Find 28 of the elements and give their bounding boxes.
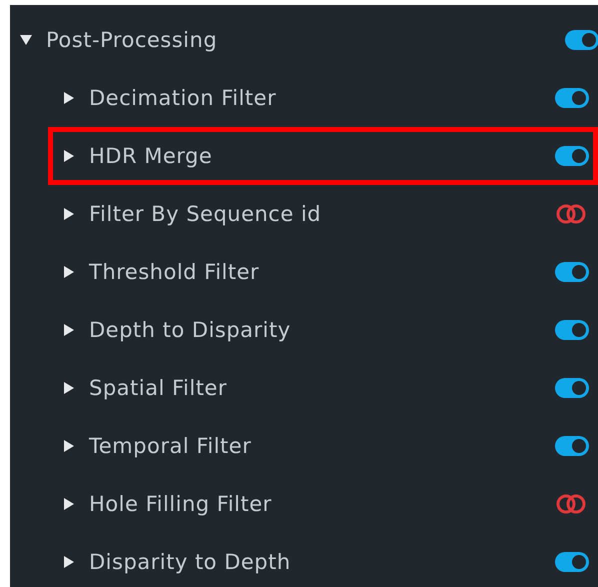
filter-label[interactable]: Spatial Filter <box>89 376 555 400</box>
toggle-switch[interactable] <box>565 30 598 50</box>
filter-label[interactable]: HDR Merge <box>89 144 555 168</box>
caret-right-icon[interactable] <box>63 382 75 394</box>
toggle-switch[interactable] <box>555 146 589 166</box>
caret-right-icon[interactable] <box>63 208 75 220</box>
filter-label[interactable]: Threshold Filter <box>89 260 555 284</box>
toggle-switch[interactable] <box>555 378 589 398</box>
caret-right-icon[interactable] <box>63 324 75 336</box>
section-title[interactable]: Post-Processing <box>46 28 565 52</box>
filter-label[interactable]: Hole Filling Filter <box>89 492 555 516</box>
caret-right-icon[interactable] <box>63 556 75 568</box>
caret-right-icon[interactable] <box>63 498 75 510</box>
toggle-switch[interactable] <box>555 436 589 456</box>
filter-label[interactable]: Depth to Disparity <box>89 318 555 342</box>
toggle-switch[interactable] <box>555 262 589 282</box>
filter-label[interactable]: Temporal Filter <box>89 434 555 458</box>
caret-right-icon[interactable] <box>63 150 75 162</box>
filter-label[interactable]: Disparity to Depth <box>89 550 555 574</box>
caret-right-icon[interactable] <box>63 92 75 104</box>
toggle-switch[interactable] <box>555 552 589 572</box>
caret-right-icon[interactable] <box>63 266 75 278</box>
caret-down-icon[interactable] <box>20 34 32 46</box>
toggle-switch[interactable] <box>555 320 589 340</box>
filter-label[interactable]: Decimation Filter <box>89 86 555 110</box>
filter-label[interactable]: Filter By Sequence id <box>89 202 555 226</box>
toggle-switch[interactable] <box>555 88 589 108</box>
caret-right-icon[interactable] <box>63 440 75 452</box>
